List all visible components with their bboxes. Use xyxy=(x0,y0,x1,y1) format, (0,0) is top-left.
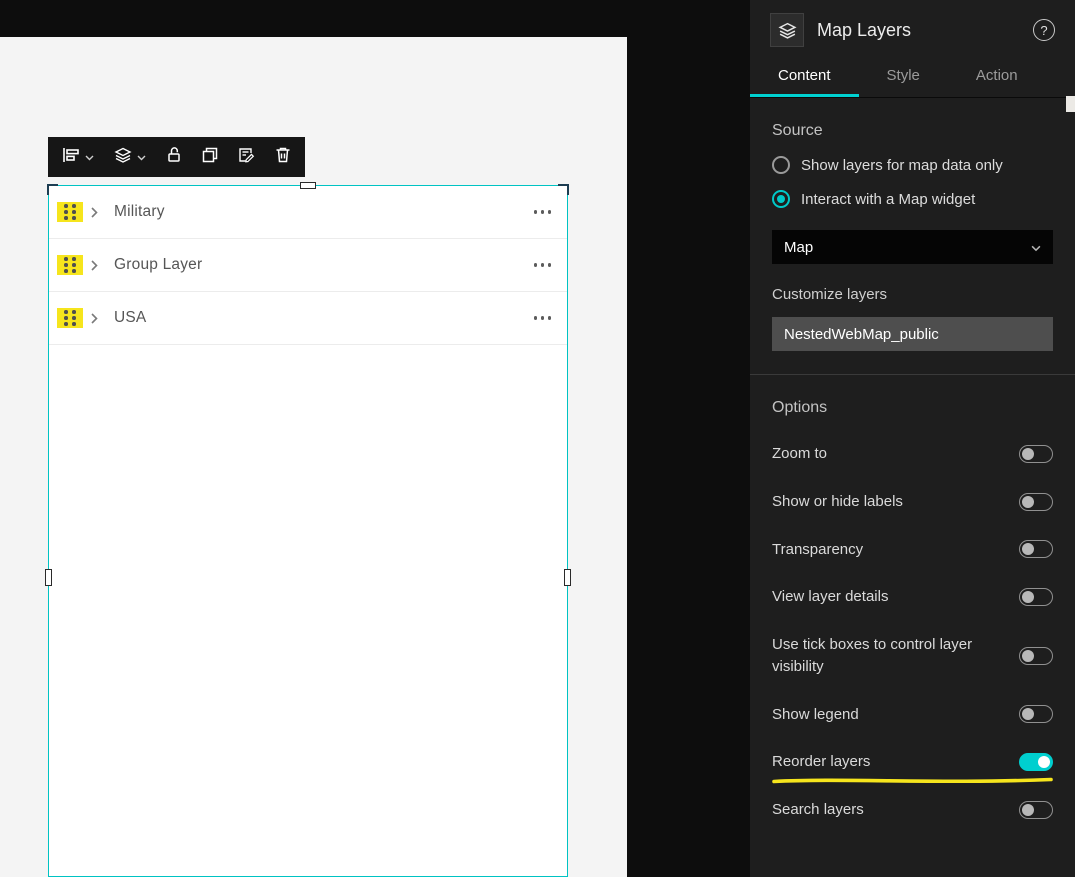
zoom-to-toggle[interactable] xyxy=(1019,444,1053,463)
selection-handle-top-left[interactable] xyxy=(47,184,58,195)
toggle-row-search-layers: Search layers xyxy=(772,799,1053,821)
more-options-button[interactable] xyxy=(532,204,554,220)
expand-chevron-icon[interactable] xyxy=(91,259,98,271)
map-layers-widget[interactable]: Military Group Layer USA xyxy=(45,182,571,877)
duplicate-button[interactable] xyxy=(202,147,218,168)
layer-row: Group Layer xyxy=(49,239,567,292)
unlock-button[interactable] xyxy=(166,146,182,168)
expand-chevron-icon[interactable] xyxy=(91,312,98,324)
toggle-row-show-legend: Show legend xyxy=(772,704,1053,726)
transparency-toggle[interactable] xyxy=(1019,540,1053,559)
help-button[interactable]: ? xyxy=(1033,19,1055,41)
duplicate-icon xyxy=(202,147,218,168)
search-layers-toggle[interactable] xyxy=(1019,800,1053,819)
radio-icon xyxy=(772,156,790,174)
toggle-row-view-layer-details: View layer details xyxy=(772,586,1053,608)
tab-action[interactable]: Action xyxy=(948,56,1046,97)
selected-map-button[interactable]: NestedWebMap_public xyxy=(772,317,1053,351)
toggle-label: Show legend xyxy=(772,705,859,723)
settings-panel: Map Layers ? Content Style Action Source… xyxy=(750,0,1075,877)
show-or-hide-labels-toggle[interactable] xyxy=(1019,492,1053,511)
section-divider xyxy=(750,374,1075,375)
selection-handle-middle-left[interactable] xyxy=(45,569,52,586)
layer-row: USA xyxy=(49,292,567,345)
view-layer-details-toggle[interactable] xyxy=(1019,588,1053,607)
options-section: Options Zoom to Show or hide labels Tran… xyxy=(750,399,1075,821)
drag-handle-highlighted[interactable] xyxy=(57,202,83,222)
radio-icon xyxy=(772,190,790,208)
layer-label: USA xyxy=(114,309,147,326)
tab-content[interactable]: Content xyxy=(750,56,859,97)
layers-icon xyxy=(114,147,132,168)
layer-label: Military xyxy=(114,203,165,220)
radio-interact-map-widget[interactable]: Interact with a Map widget xyxy=(772,190,1053,208)
selection-handle-middle-right[interactable] xyxy=(564,569,571,586)
radio-label: Interact with a Map widget xyxy=(801,190,976,208)
map-widget-select[interactable]: Map xyxy=(772,230,1053,264)
tab-style[interactable]: Style xyxy=(859,56,948,97)
panel-header: Map Layers ? xyxy=(750,0,1075,56)
toggle-row-show-hide-labels: Show or hide labels xyxy=(772,491,1053,513)
show-legend-toggle[interactable] xyxy=(1019,705,1053,724)
map-layers-widget-icon xyxy=(770,13,804,47)
source-heading: Source xyxy=(772,122,823,139)
select-value: Map xyxy=(784,238,814,256)
toggle-row-tick-boxes: Use tick boxes to control layer visibili… xyxy=(772,634,1053,678)
toggle-label: Search layers xyxy=(772,801,864,818)
align-left-icon xyxy=(62,147,80,168)
toggle-label: Reorder layers xyxy=(772,753,871,771)
chevron-down-icon xyxy=(85,148,94,166)
more-options-button[interactable] xyxy=(532,257,554,273)
toggle-row-reorder-layers: Reorder layers xyxy=(772,751,1053,784)
chevron-down-icon xyxy=(1031,239,1041,256)
annotation-yellow-underline xyxy=(772,777,1053,784)
radio-label: Show layers for map data only xyxy=(801,156,1003,174)
more-options-button[interactable] xyxy=(532,310,554,326)
trash-icon xyxy=(275,146,291,168)
reorder-layers-toggle[interactable] xyxy=(1019,753,1053,772)
unlock-icon xyxy=(166,146,182,168)
align-dropdown-button[interactable] xyxy=(62,147,94,168)
selected-map-name: NestedWebMap_public xyxy=(784,325,939,343)
expand-chevron-icon[interactable] xyxy=(91,206,98,218)
toggle-label: Zoom to xyxy=(772,445,828,462)
radio-map-data-only[interactable]: Show layers for map data only xyxy=(772,156,1053,174)
selection-handle-top-right[interactable] xyxy=(558,184,569,195)
toggle-label: Use tick boxes to control layer visibili… xyxy=(772,636,973,675)
tick-boxes-visibility-toggle[interactable] xyxy=(1019,646,1053,665)
drag-handle-highlighted[interactable] xyxy=(57,308,83,328)
panel-title: Map Layers xyxy=(817,19,912,40)
experience-builder-workspace: Military Group Layer USA Map Layers ? Co… xyxy=(0,0,1075,877)
drag-handle-highlighted[interactable] xyxy=(57,255,83,275)
layer-row: Military xyxy=(49,186,567,239)
edit-list-button[interactable] xyxy=(238,147,255,168)
panel-scrollbar-thumb[interactable] xyxy=(1066,96,1075,112)
delete-button[interactable] xyxy=(275,146,291,168)
widget-toolbar xyxy=(48,137,305,177)
source-section: Source Show layers for map data only Int… xyxy=(750,122,1075,351)
toggle-label: Transparency xyxy=(772,540,864,558)
toggle-row-transparency: Transparency xyxy=(772,539,1053,561)
toggle-label: Show or hide labels xyxy=(772,492,903,510)
chevron-down-icon xyxy=(137,148,146,166)
selection-handle-top-center[interactable] xyxy=(300,182,316,189)
design-canvas: Military Group Layer USA xyxy=(0,37,627,877)
customize-layers-label: Customize layers xyxy=(772,286,888,303)
toggle-row-zoom-to: Zoom to xyxy=(772,443,1053,465)
layers-dropdown-button[interactable] xyxy=(114,147,146,168)
panel-tabs: Content Style Action xyxy=(750,56,1075,98)
edit-list-icon xyxy=(238,147,255,168)
layer-label: Group Layer xyxy=(114,256,203,273)
options-heading: Options xyxy=(772,399,828,416)
toggle-label: View layer details xyxy=(772,588,889,606)
